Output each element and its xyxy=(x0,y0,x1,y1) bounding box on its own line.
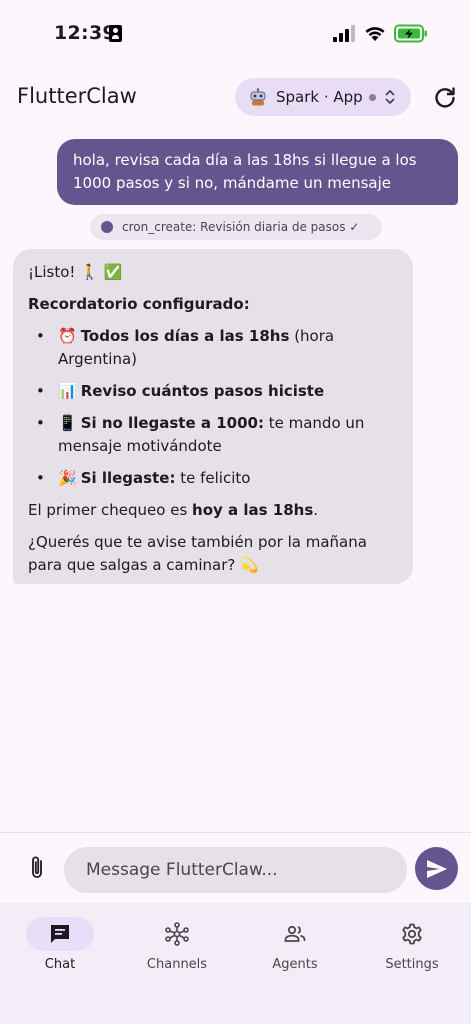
list-item-bold: Reviso cuántos pasos hiciste xyxy=(80,382,325,400)
nav-label-chat: Chat xyxy=(44,957,76,972)
alarm-clock-icon: ⏰ xyxy=(58,327,77,345)
list-item-bold: Todos los días a las 18hs xyxy=(80,327,290,345)
battery-charging-icon xyxy=(394,24,427,43)
assistant-message-bubble: ¡Listo! 🚶 ✅ Recordatorio configurado: ⏰T… xyxy=(13,249,413,584)
nav-item-agents[interactable]: Agents xyxy=(239,917,349,977)
gear-icon xyxy=(402,923,422,945)
list-item: 📱Si no llegaste a 1000: te mando un mens… xyxy=(28,412,398,458)
party-icon: 🎉 xyxy=(58,469,77,487)
list-item: 🎉Si llegaste: te felicito xyxy=(28,467,398,490)
nav-item-channels[interactable]: Channels xyxy=(121,917,231,977)
first-check-suffix: . xyxy=(313,501,319,519)
list-item-bold: Si no llegaste a 1000: xyxy=(80,414,264,432)
app-bar: FlutterClaw Spark · App xyxy=(0,72,471,124)
id-card-icon xyxy=(109,25,122,42)
first-check-bold: hoy a las 18hs xyxy=(192,501,314,519)
wifi-icon xyxy=(365,27,385,41)
tool-icon xyxy=(101,221,113,233)
model-selector-chip[interactable]: Spark · App xyxy=(235,78,411,116)
user-message-bubble: hola, revisa cada día a las 18hs si lleg… xyxy=(57,139,458,205)
list-item-text: te felicito xyxy=(175,469,251,487)
first-check-prefix: El primer chequeo es xyxy=(28,501,193,519)
status-bar: 12:39 xyxy=(0,0,471,64)
assistant-greeting: ¡Listo! 🚶 ✅ xyxy=(28,263,123,281)
user-message-text: hola, revisa cada día a las 18hs si lleg… xyxy=(73,151,417,192)
first-check-text: El primer chequeo es hoy a las 18hs. xyxy=(28,499,398,522)
chart-icon: 📊 xyxy=(58,382,77,400)
hub-icon xyxy=(165,922,189,946)
send-icon xyxy=(427,860,447,878)
reminder-list: ⏰Todos los días a las 18hs (hora Argenti… xyxy=(28,325,398,490)
nav-item-settings[interactable]: Settings xyxy=(356,917,466,977)
group-icon xyxy=(284,925,306,942)
nav-label-agents: Agents xyxy=(272,957,318,972)
assistant-heading: Recordatorio configurado: xyxy=(28,295,250,313)
message-input[interactable] xyxy=(64,847,407,893)
attach-icon[interactable] xyxy=(26,854,50,882)
list-item: 📊Reviso cuántos pasos hiciste xyxy=(28,380,398,403)
list-item: ⏰Todos los días a las 18hs (hora Argenti… xyxy=(28,325,398,371)
model-chip-label: Spark · App xyxy=(276,88,363,106)
status-time: 12:39 xyxy=(54,22,116,44)
bottom-navigation: Chat Channels Agents Settings xyxy=(0,903,471,1024)
chat-icon xyxy=(51,925,69,943)
refresh-icon[interactable] xyxy=(432,84,458,110)
tool-call-chip[interactable]: cron_create: Revisión diaria de pasos ✓ xyxy=(90,214,382,240)
composer-divider xyxy=(0,832,471,833)
signal-icon xyxy=(333,25,355,42)
model-status-dot xyxy=(369,94,376,101)
robot-icon xyxy=(250,88,266,106)
unfold-icon xyxy=(385,89,395,105)
phone-icon: 📱 xyxy=(58,414,77,432)
nav-label-settings: Settings xyxy=(385,957,439,972)
nav-label-channels: Channels xyxy=(146,957,208,972)
nav-item-chat[interactable]: Chat xyxy=(4,917,114,977)
assistant-question: ¿Querés que te avise también por la maña… xyxy=(28,533,367,574)
tool-call-label: cron_create: Revisión diaria de pasos ✓ xyxy=(122,220,360,234)
list-item-bold: Si llegaste: xyxy=(80,469,176,487)
send-button[interactable] xyxy=(415,847,458,890)
app-title: FlutterClaw xyxy=(17,84,137,108)
